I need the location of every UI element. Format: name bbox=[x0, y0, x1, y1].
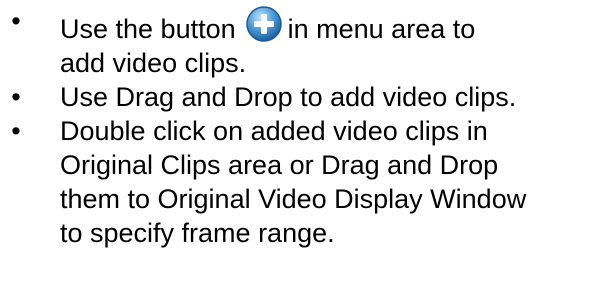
bullet-dot: • bbox=[11, 82, 21, 112]
bullet-dot: • bbox=[11, 116, 21, 146]
bullet-3-line-4: to specify frame range. bbox=[60, 218, 335, 248]
add-plus-icon bbox=[244, 4, 284, 44]
bullet-1-text-after-icon: in menu area to bbox=[287, 14, 476, 44]
bullet-1-line-2: add video clips. bbox=[60, 48, 247, 78]
bullet-1-text-before-icon: Use the button bbox=[60, 14, 236, 44]
bullet-3-line-3: them to Original Video Display Window bbox=[60, 184, 527, 214]
instruction-list: • Use the button in menu area to add vid… bbox=[0, 0, 616, 250]
bullet-3-line-2: Original Clips area or Drag and Drop bbox=[60, 150, 499, 180]
list-item: • Double click on added video clips in O… bbox=[0, 114, 616, 250]
bullet-1-line-1: Use the button in menu area to bbox=[60, 4, 616, 46]
bullet-dot: • bbox=[11, 6, 21, 36]
list-item: • Use the button in menu area to add vid… bbox=[0, 4, 616, 80]
bullet-3-line-1: Double click on added video clips in bbox=[60, 116, 488, 146]
list-item: • Use Drag and Drop to add video clips. bbox=[0, 80, 616, 114]
bullet-2-line-1: Use Drag and Drop to add video clips. bbox=[60, 82, 517, 112]
